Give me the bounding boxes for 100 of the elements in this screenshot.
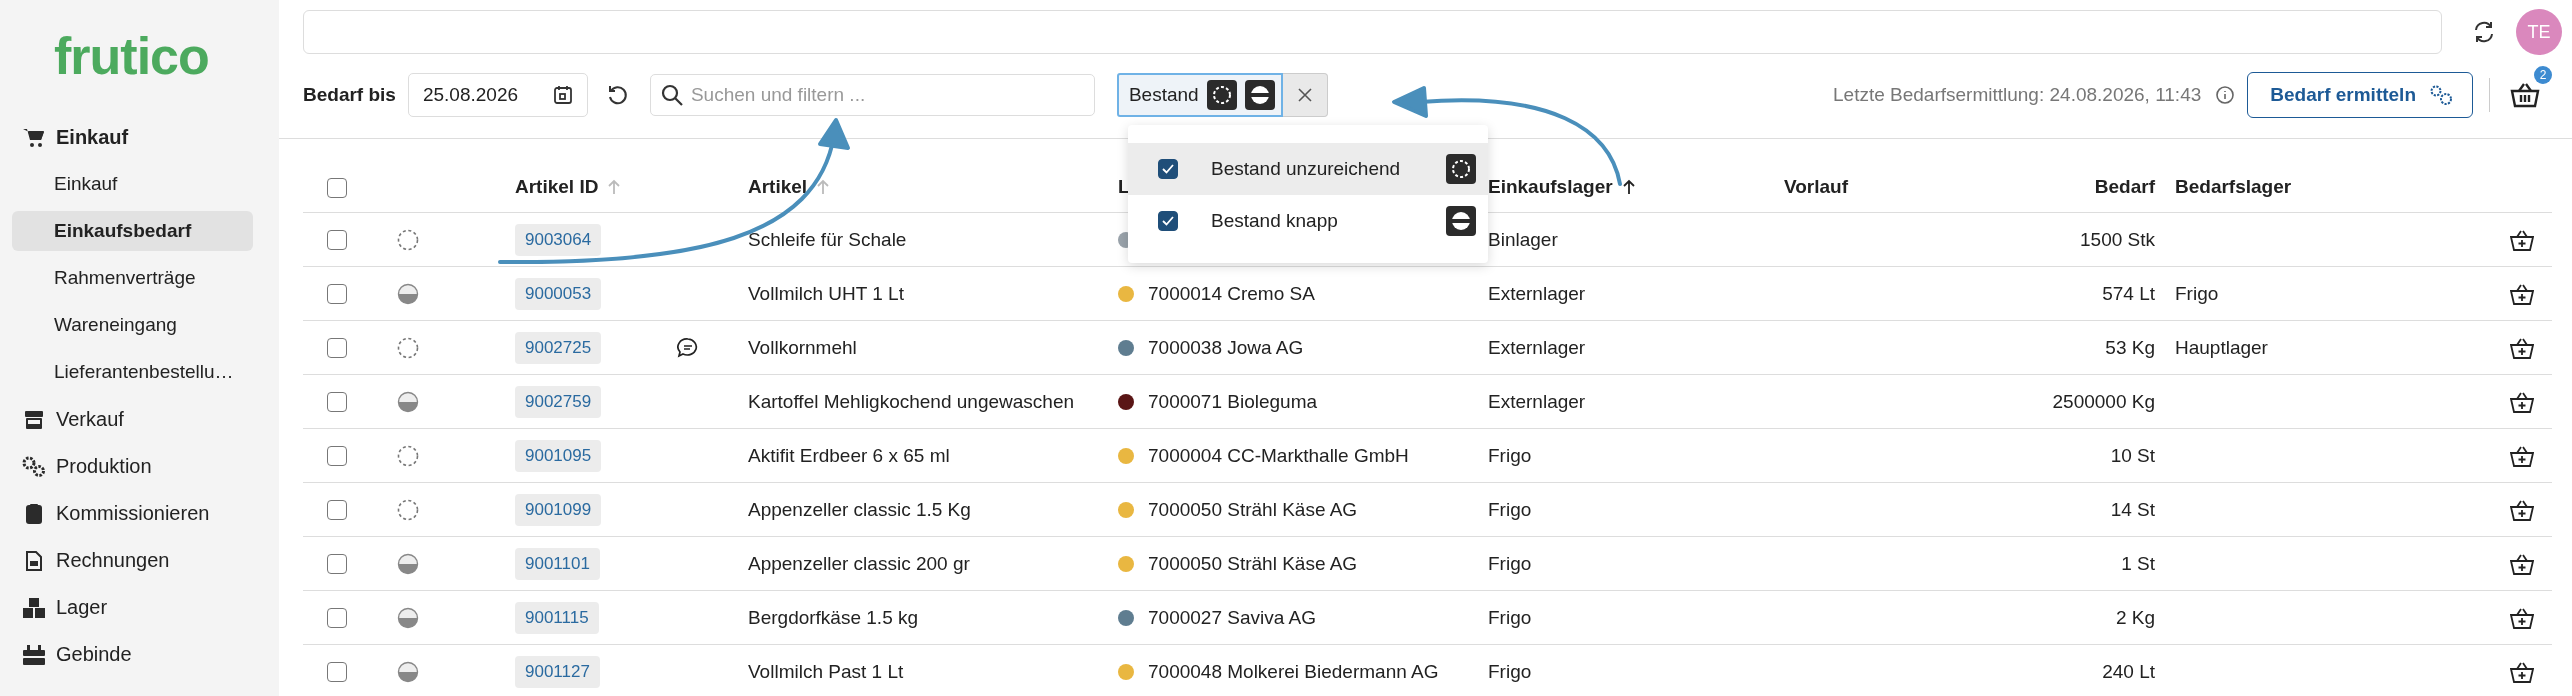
table-cell-text: Externlager (1487, 282, 1587, 305)
info-icon[interactable] (2215, 85, 2236, 105)
nav-item[interactable]: Lager (0, 584, 279, 631)
table-cell-text: Frigo (2174, 282, 2220, 305)
add-to-basket-icon[interactable] (2510, 444, 2534, 467)
table-cell: 7000050 Strähl Käse AG (1148, 498, 1358, 521)
nav-subitem[interactable]: Einkaufsbedarf (12, 211, 253, 251)
article-id-link[interactable]: 9002759 (515, 385, 602, 418)
nav-item[interactable]: Produktion (0, 443, 279, 490)
checkmark-icon (1161, 163, 1175, 175)
table-cell-text: Vollmilch UHT 1 Lt (747, 282, 905, 305)
nav-item[interactable]: Kommissionieren (0, 490, 279, 537)
logo: frutico (53, 26, 210, 87)
add-to-basket-icon[interactable] (2510, 660, 2534, 683)
row-checkbox[interactable] (326, 229, 347, 250)
menu-checkbox[interactable] (1158, 211, 1178, 231)
add-to-basket-icon[interactable] (2510, 390, 2534, 413)
sort-arrow-icon[interactable] (1622, 179, 1635, 195)
table-cell-text: Kartoffel Mehligkochend ungewaschen (747, 390, 1076, 413)
article-id-link[interactable]: 9001115 (515, 601, 599, 634)
table-cell-text: 574 Lt (2101, 282, 2155, 305)
column-header[interactable]: Bedarfslager (2155, 176, 2460, 198)
date-field[interactable]: 25.08.2026 (407, 73, 588, 117)
count-badge: 2 (2534, 66, 2552, 84)
select-all-checkbox[interactable] (326, 178, 347, 198)
nav-item[interactable]: Verkauf (0, 396, 279, 443)
add-to-basket-icon[interactable] (2510, 228, 2534, 251)
table-cell: 7000027 Saviva AG (1148, 606, 1316, 629)
table-cell-text: Externlager (1487, 336, 1587, 359)
add-to-basket-icon[interactable] (2510, 498, 2534, 521)
row-checkbox[interactable] (326, 553, 347, 574)
comment-icon[interactable] (677, 336, 699, 359)
date-label: Bedarf bis (303, 84, 396, 106)
nav-subitem[interactable]: Rahmenverträge (12, 258, 253, 298)
article-id-link[interactable]: 9000053 (515, 277, 602, 310)
calendar-icon[interactable] (552, 85, 573, 105)
row-checkbox[interactable] (326, 391, 347, 412)
table-cell-text: Bergdorfkäse 1.5 kg (747, 606, 920, 629)
row-checkbox[interactable] (326, 337, 347, 358)
table-cell-text: Appenzeller classic 1.5 Kg (747, 498, 972, 521)
menu-checkbox[interactable] (1158, 159, 1178, 179)
nav-icon (22, 127, 46, 148)
nav-subitem[interactable]: Wareneingang (12, 305, 253, 345)
article-id-link[interactable]: 9001101 (515, 547, 600, 580)
nav-icon (22, 410, 46, 429)
article-id-link[interactable]: 9003064 (515, 223, 602, 256)
article-id-link[interactable]: 9001099 (515, 493, 602, 526)
table-cell-text: Aktifit Erdbeer 6 x 65 ml (747, 444, 951, 467)
row-checkbox[interactable] (326, 607, 347, 628)
last-run-text: Letzte Bedarfsermittlung: 24.08.2026, 11:43 (1833, 84, 2202, 106)
menu-item[interactable]: Bestand unzureichend (1128, 143, 1488, 195)
column-header[interactable]: Artikel ID (445, 176, 650, 198)
refresh-icon[interactable] (2472, 20, 2496, 44)
table-cell: 7000071 Bioleguma (1148, 390, 1318, 413)
filter-chip[interactable]: Bestand (1116, 73, 1283, 117)
add-to-basket-icon[interactable] (2510, 552, 2534, 575)
table-cell: 7000050 Strähl Käse AG (1148, 552, 1358, 575)
column-header[interactable]: Artikel (726, 176, 1110, 198)
add-to-basket-icon[interactable] (2510, 336, 2534, 359)
nav-subitem[interactable]: Einkauf (12, 164, 253, 204)
table-cell-text: 1500 Stk (2079, 228, 2155, 251)
calculate-demand-button[interactable]: Bedarf ermitteln (2247, 72, 2473, 118)
table-cell-text: Frigo (1487, 444, 1533, 467)
row-checkbox[interactable] (326, 445, 347, 466)
column-header[interactable]: Vorlauf (1766, 176, 1940, 198)
article-id-link[interactable]: 9002725 (515, 331, 602, 364)
nav-item[interactable]: Einkauf (0, 114, 279, 161)
nav-item[interactable]: Gebinde (0, 631, 279, 678)
row-checkbox[interactable] (326, 283, 347, 304)
table-cell: 7000014 Cremo SA (1148, 282, 1315, 305)
table-cell-text: Hauptlager (2174, 336, 2269, 359)
search-field[interactable]: Suchen und filtern ... (649, 74, 1095, 116)
column-header[interactable]: Bedarf (1940, 176, 2155, 198)
table-cell-text: Schleife für Schale (747, 228, 908, 251)
add-to-basket-icon[interactable] (2510, 282, 2534, 305)
table-cell: 7000048 Molkerei Biedermann AG (1148, 660, 1439, 683)
row-checkbox[interactable] (326, 499, 347, 520)
row-checkbox[interactable] (326, 661, 347, 682)
basket-icon[interactable] (2510, 82, 2540, 108)
nav-item[interactable]: Rechnungen (0, 537, 279, 584)
global-search-field[interactable] (303, 10, 2442, 54)
table-cell-text: 2500000 Kg (2051, 390, 2155, 413)
gears-icon (2428, 83, 2454, 107)
menu-item[interactable]: Bestand knapp (1128, 195, 1488, 247)
nav-subitem[interactable]: Lieferantenbestellu… (12, 352, 253, 392)
article-id-link[interactable]: 9001095 (515, 439, 602, 472)
close-icon[interactable] (1296, 87, 1313, 103)
search-icon (660, 84, 683, 106)
add-to-basket-icon[interactable] (2510, 606, 2534, 629)
table-cell-text: 53 Kg (2104, 336, 2155, 359)
nav-icon (22, 597, 46, 618)
article-id-link[interactable]: 9001127 (515, 655, 600, 688)
table-cell-text: 1 St (2120, 552, 2155, 575)
clear-filter-button[interactable] (1282, 73, 1328, 117)
checkmark-icon (1161, 215, 1175, 227)
table-cell-text: Frigo (1487, 606, 1533, 629)
table-cell-text: Frigo (1487, 552, 1533, 575)
table-cell-text: Frigo (1487, 660, 1533, 683)
table-cell-text: 14 St (2109, 498, 2155, 521)
table-cell-text: Vollkornmehl (747, 336, 858, 359)
